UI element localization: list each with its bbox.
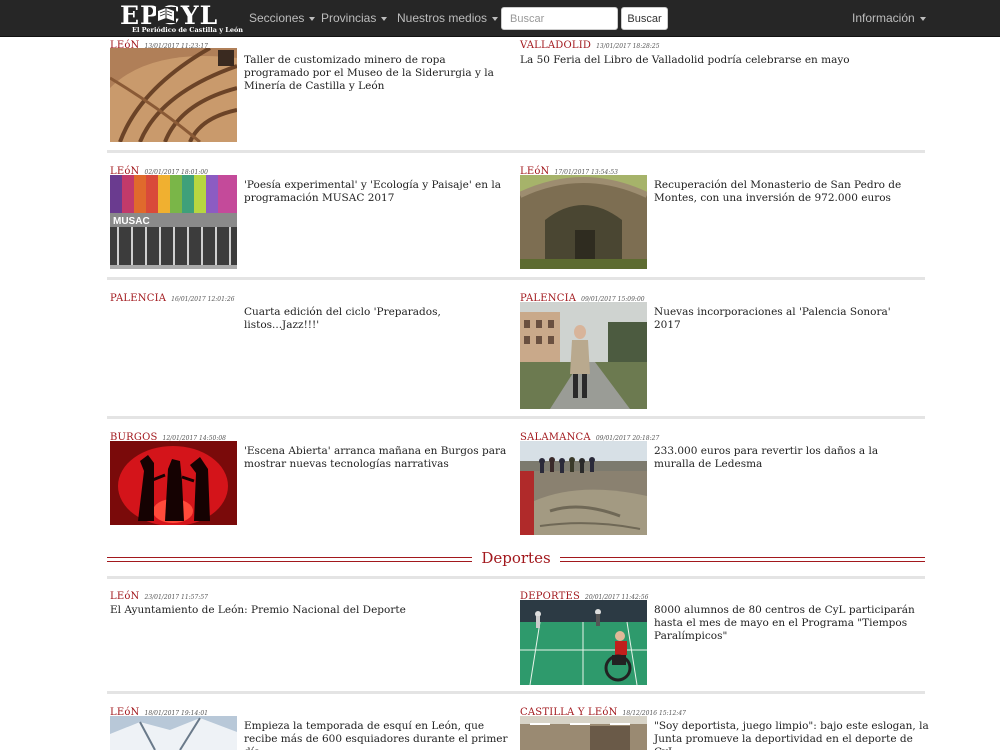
- site-logo[interactable]: EPCYL El Periódico de Castilla y León: [120, 1, 243, 35]
- monastery-ruins-image: [520, 175, 647, 269]
- row-divider: [107, 277, 925, 280]
- row-divider: [107, 576, 925, 579]
- article-date: 16/01/2017 12:01:26: [171, 296, 235, 303]
- sports-hall-image: [520, 716, 647, 750]
- svg-text:MUSAC: MUSAC: [113, 216, 150, 227]
- article-headline[interactable]: 233.000 euros para revertir los daños a …: [654, 445, 919, 471]
- article-headline[interactable]: 8000 alumnos de 80 centros de CyL partic…: [654, 604, 924, 643]
- paralympic-sports-image: [520, 600, 647, 685]
- article-thumbnail[interactable]: [110, 441, 237, 525]
- theater-stage-image: [110, 441, 237, 525]
- row-divider: [107, 691, 925, 694]
- caret-down-icon: [309, 16, 316, 21]
- article-thumbnail[interactable]: [110, 48, 237, 142]
- article-thumbnail[interactable]: [520, 600, 647, 685]
- article-region: VALLADOLID: [520, 40, 592, 51]
- article-thumbnail[interactable]: [520, 302, 647, 409]
- nav-informacion[interactable]: Información: [852, 11, 926, 25]
- musac-building-image: MUSAC: [110, 175, 237, 269]
- article-thumbnail[interactable]: [520, 175, 647, 269]
- open-book-icon: [156, 7, 176, 23]
- section-rule-right: [560, 557, 925, 562]
- article-region: PALENCIA: [110, 293, 167, 304]
- article-headline[interactable]: Recuperación del Monasterio de San Pedro…: [654, 179, 919, 205]
- search-button[interactable]: Buscar: [621, 7, 668, 30]
- caret-down-icon: [492, 16, 499, 21]
- search-input[interactable]: [501, 7, 618, 30]
- article-thumbnail[interactable]: [110, 716, 237, 750]
- article-headline[interactable]: El Ayuntamiento de León: Premio Nacional…: [110, 604, 510, 617]
- article-region: LEóN: [110, 591, 140, 602]
- section-rule-left: [107, 557, 472, 562]
- caret-down-icon: [381, 16, 388, 21]
- article-headline[interactable]: Cuarta edición del ciclo 'Preparados, li…: [244, 306, 509, 332]
- article-headline[interactable]: Taller de customizado minero de ropa pro…: [244, 54, 509, 93]
- top-navbar: EPCYL El Periódico de Castilla y León Se…: [0, 0, 1000, 37]
- nav-nuestros-medios[interactable]: Nuestros medios: [397, 11, 499, 25]
- article-date: 13/01/2017 18:28:25: [596, 43, 660, 50]
- city-wall-image: [520, 441, 647, 535]
- article-headline[interactable]: Nuevas incorporaciones al 'Palencia Sono…: [654, 306, 919, 332]
- museum-vault-image: [110, 48, 237, 142]
- row-divider: [107, 150, 925, 153]
- article-thumbnail[interactable]: MUSAC: [110, 175, 237, 269]
- section-title[interactable]: Deportes: [474, 549, 558, 567]
- article-headline[interactable]: Empieza la temporada de esquí en León, q…: [244, 720, 509, 750]
- article-thumbnail[interactable]: [520, 441, 647, 535]
- person-walking-image: [520, 302, 647, 409]
- article-headline[interactable]: 'Poesía experimental' y 'Ecología y Pais…: [244, 179, 509, 205]
- caret-down-icon: [919, 16, 926, 21]
- row-divider: [107, 416, 925, 419]
- article-headline[interactable]: La 50 Feria del Libro de Valladolid podr…: [520, 54, 920, 67]
- article-date: 23/01/2017 11:57:57: [144, 594, 208, 601]
- nav-provincias[interactable]: Provincias: [321, 11, 388, 25]
- article-thumbnail[interactable]: [520, 716, 647, 750]
- nav-secciones[interactable]: Secciones: [249, 11, 316, 25]
- article-headline[interactable]: 'Escena Abierta' arranca mañana en Burgo…: [244, 445, 509, 471]
- article-headline[interactable]: "Soy deportista, juego limpio": bajo est…: [654, 720, 929, 750]
- ski-slope-image: [110, 716, 237, 750]
